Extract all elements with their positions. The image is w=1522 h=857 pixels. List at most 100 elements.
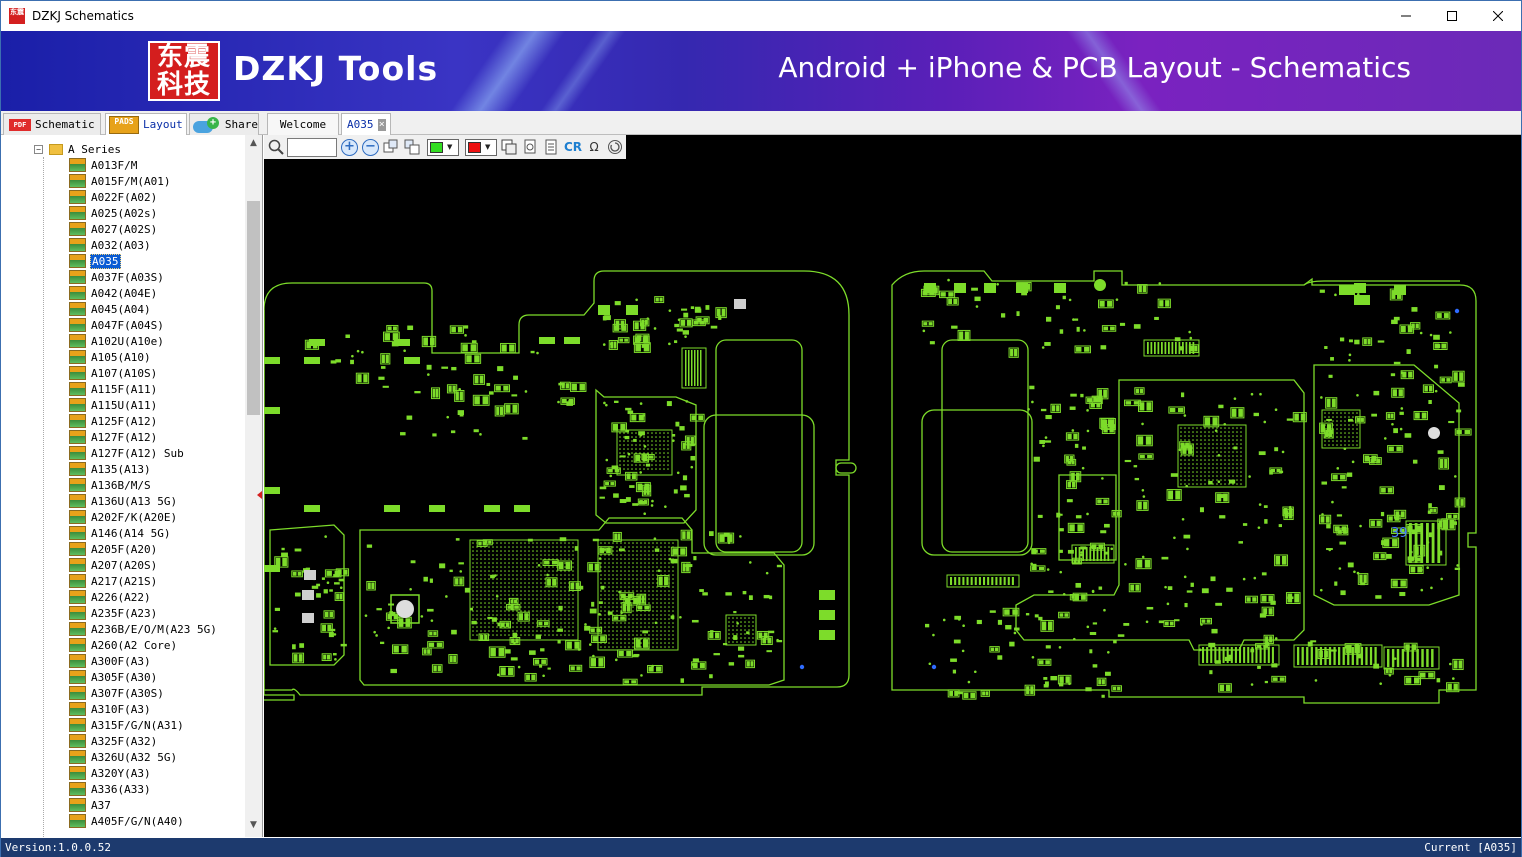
tree-item[interactable]: A202F/K(A20E)	[69, 509, 218, 525]
tree-item[interactable]: A115U(A11)	[69, 397, 218, 413]
bga-ball	[492, 634, 494, 636]
refresh-icon[interactable]	[606, 138, 624, 156]
cr-button[interactable]: CR	[564, 140, 582, 154]
doc-tab-a035[interactable]: A035 ×	[341, 113, 391, 135]
tree-item[interactable]: A127F(A12)	[69, 429, 218, 445]
tab-close-icon[interactable]: ×	[377, 118, 386, 131]
tree-item[interactable]: A305F(A30)	[69, 669, 218, 685]
tree-item[interactable]: A136U(A13 5G)	[69, 493, 218, 509]
tab-layout[interactable]: PADS Layout	[105, 113, 187, 135]
maximize-button[interactable]	[1429, 1, 1475, 31]
minimize-button[interactable]	[1383, 1, 1429, 31]
solid-pad	[484, 505, 500, 512]
close-button[interactable]	[1475, 1, 1521, 31]
pcb-via	[351, 354, 354, 358]
scroll-thumb[interactable]	[247, 201, 260, 415]
splitter-arrow-icon[interactable]	[257, 491, 262, 499]
zoom-in-icon[interactable]: +	[341, 138, 358, 156]
tree-item[interactable]: A136B/M/S	[69, 477, 218, 493]
scroll-up-icon[interactable]: ▲	[245, 135, 262, 152]
tree-item[interactable]: A125F(A12)	[69, 413, 218, 429]
bga-ball	[628, 578, 630, 580]
tree-item[interactable]: A107(A10S)	[69, 365, 218, 381]
tree-item[interactable]: A115F(A11)	[69, 381, 218, 397]
bga-ball	[632, 582, 634, 584]
copy-icon[interactable]	[521, 138, 539, 156]
tree-item[interactable]: A37	[69, 797, 218, 813]
bga-ball	[552, 618, 554, 620]
bga-ball	[748, 617, 750, 619]
bga-ball	[496, 582, 498, 584]
tab-share[interactable]: + Share	[189, 113, 259, 135]
tree-item[interactable]: A205F(A20)	[69, 541, 218, 557]
pcb-viewer[interactable]: 39 + − ▼ ▼ CR Ω	[264, 135, 1521, 837]
zoom-input[interactable]	[287, 137, 337, 157]
fit-window-icon[interactable]	[382, 138, 400, 156]
pads-file-icon	[69, 174, 86, 188]
tree-item[interactable]: A045(A04)	[69, 301, 218, 317]
bga-ball	[636, 566, 638, 568]
tree-item[interactable]: A047F(A04S)	[69, 317, 218, 333]
bga-ball	[492, 586, 494, 588]
tree-item[interactable]: A315F/G/N(A31)	[69, 717, 218, 733]
scroll-down-icon[interactable]: ▼	[245, 817, 262, 834]
tree-item[interactable]: A320Y(A3)	[69, 765, 218, 781]
tree-item[interactable]: A325F(A32)	[69, 733, 218, 749]
bga-ball	[492, 570, 494, 572]
tree-item[interactable]: A326U(A32 5G)	[69, 749, 218, 765]
bga-ball	[623, 452, 625, 454]
tree-item[interactable]: A336(A33)	[69, 781, 218, 797]
zoom-out-icon[interactable]: −	[362, 138, 379, 156]
tree-item[interactable]: A022F(A02)	[69, 189, 218, 205]
doc-tab-welcome[interactable]: Welcome	[267, 113, 339, 135]
pcb-pad	[1331, 398, 1336, 408]
bga-ball	[564, 562, 566, 564]
tree-item[interactable]: A032(A03)	[69, 237, 218, 253]
tree-item[interactable]: A035	[69, 253, 218, 269]
net-color-picker[interactable]: ▼	[427, 138, 459, 156]
title-bar[interactable]: 东震 DZKJ Schematics	[1, 1, 1521, 31]
layers-icon[interactable]	[500, 138, 518, 156]
tree-item[interactable]: A037F(A03S)	[69, 269, 218, 285]
tree-item[interactable]: A405F/G/N(A40)	[69, 813, 218, 829]
tree-item[interactable]: A025(A02s)	[69, 205, 218, 221]
tree-folder-a-series[interactable]: − A Series	[34, 142, 121, 156]
tree-item[interactable]: A307F(A30S)	[69, 685, 218, 701]
pcb-layout-canvas[interactable]: 39	[264, 135, 1521, 837]
bga-ball	[672, 562, 674, 564]
tree-item[interactable]: A300F(A3)	[69, 653, 218, 669]
tree-item[interactable]: A013F/M	[69, 157, 218, 173]
tree-item[interactable]: A105(A10)	[69, 349, 218, 365]
pcb-pad	[709, 632, 714, 639]
tree-item[interactable]: A135(A13)	[69, 461, 218, 477]
omega-icon[interactable]: Ω	[585, 138, 603, 156]
tree-item[interactable]: A207(A20S)	[69, 557, 218, 573]
bga-ball	[476, 594, 478, 596]
pcb-pad	[682, 475, 688, 481]
tree-item[interactable]: A146(A14 5G)	[69, 525, 218, 541]
document-icon[interactable]	[542, 138, 560, 156]
tree-item[interactable]: A027(A02S)	[69, 221, 218, 237]
tree-item[interactable]: A217(A21S)	[69, 573, 218, 589]
pcb-pad	[380, 366, 386, 369]
bga-ball	[572, 586, 574, 588]
tree-item[interactable]: A310F(A3)	[69, 701, 218, 717]
collapse-icon[interactable]: −	[34, 144, 43, 154]
tree-item[interactable]: A127F(A12) Sub	[69, 445, 218, 461]
tree-scrollbar[interactable]: ▲ ▼	[245, 135, 262, 837]
tree-item[interactable]: A226(A22)	[69, 589, 218, 605]
tree-item[interactable]: A235F(A23)	[69, 605, 218, 621]
tree-item[interactable]: A102U(A10e)	[69, 333, 218, 349]
tree-item[interactable]: A042(A04E)	[69, 285, 218, 301]
search-icon[interactable]	[267, 138, 285, 156]
tree-item[interactable]: A236B/E/O/M(A23 5G)	[69, 621, 218, 637]
tab-schematic[interactable]: PDF Schematic	[3, 113, 101, 135]
tree-item[interactable]: A260(A2 Core)	[69, 637, 218, 653]
fit-board-icon[interactable]	[403, 138, 421, 156]
pcb-via	[1166, 602, 1170, 606]
bga-ball	[612, 642, 614, 644]
highlight-color-picker[interactable]: ▼	[465, 138, 497, 156]
bga-ball	[528, 554, 530, 556]
tree-item[interactable]: A015F/M(A01)	[69, 173, 218, 189]
bga-ball	[616, 606, 618, 608]
